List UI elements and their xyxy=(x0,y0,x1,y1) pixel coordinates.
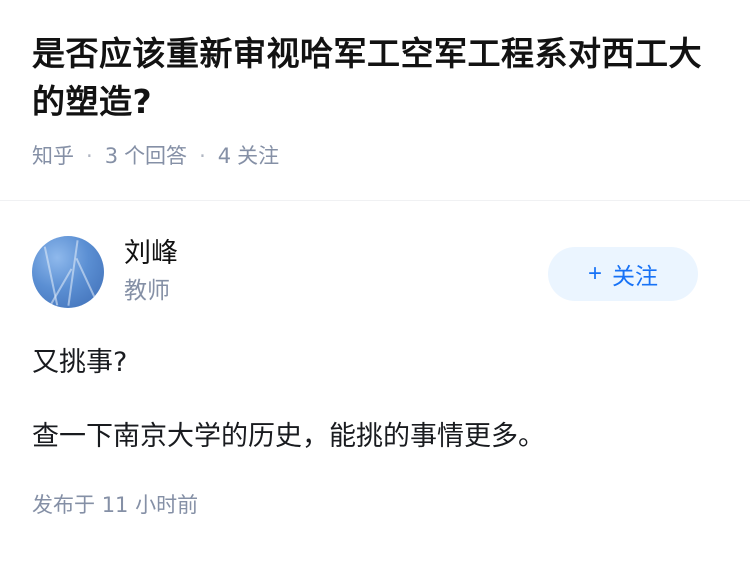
meta-separator: · xyxy=(199,144,206,168)
avatar[interactable] xyxy=(32,236,104,308)
question-meta: 知乎 · 3 个回答 · 4 关注 xyxy=(32,142,718,170)
author-info: 刘峰 教师 xyxy=(124,237,178,307)
author-row: 刘峰 教师 + 关注 xyxy=(32,235,718,309)
source-label[interactable]: 知乎 xyxy=(32,142,74,170)
answer-count-label[interactable]: 个回答 xyxy=(124,142,187,170)
answer-content: 又挑事? 查一下南京大学的历史，能挑的事情更多。 xyxy=(32,343,718,457)
plus-icon: + xyxy=(587,260,602,287)
follower-count-label: 关注 xyxy=(237,144,280,168)
meta-separator: · xyxy=(86,144,93,168)
question-page: 是否应该重新审视哈军工空军工程系对西工大的塑造? 知乎 · 3 个回答 · 4 … xyxy=(0,0,750,519)
follow-button-label: 关注 xyxy=(612,263,658,289)
avatar-branch xyxy=(75,257,99,305)
published-time: 11 小时前 xyxy=(101,493,199,517)
follow-button[interactable]: + 关注 xyxy=(548,247,698,301)
published-label: 发布于 xyxy=(32,493,95,517)
answer-count[interactable]: 3 xyxy=(105,142,118,170)
question-header: 是否应该重新审视哈军工空军工程系对西工大的塑造? 知乎 · 3 个回答 · 4 … xyxy=(0,0,750,201)
question-title[interactable]: 是否应该重新审视哈军工空军工程系对西工大的塑造? xyxy=(32,30,718,126)
follower-count: 4 xyxy=(217,144,232,168)
answer-paragraph: 查一下南京大学的历史，能挑的事情更多。 xyxy=(32,421,545,452)
author-name[interactable]: 刘峰 xyxy=(124,237,178,271)
author-headline: 教师 xyxy=(124,278,170,304)
answer-card: 刘峰 教师 + 关注 又挑事? 查一下南京大学的历史，能挑的事情更多。 发布于 … xyxy=(0,201,750,519)
answer-paragraph: 又挑事? xyxy=(32,347,128,378)
answer-publish-time: 发布于 11 小时前 xyxy=(32,491,718,519)
